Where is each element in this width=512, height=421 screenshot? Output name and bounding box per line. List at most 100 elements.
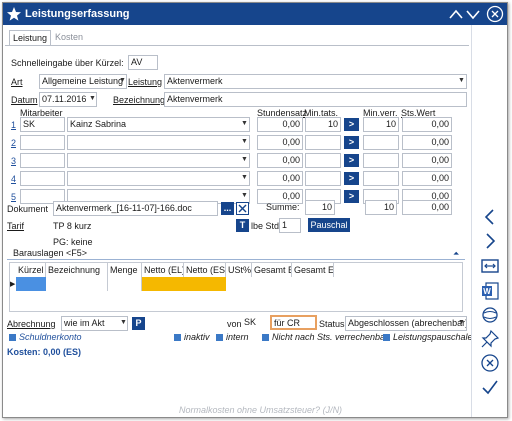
row-transfer-button[interactable]: > bbox=[344, 172, 359, 185]
grid-header-ust: USt% bbox=[228, 263, 252, 277]
row-number: 1 bbox=[11, 120, 17, 130]
row-name-select[interactable] bbox=[67, 153, 250, 168]
dokument-browse-button[interactable]: ... bbox=[221, 202, 234, 215]
schuldnerkonto-label: Schuldnerkonto bbox=[19, 332, 82, 342]
footer-hint: Normalkosten ohne Umsatzsteuer? (J/N) bbox=[179, 405, 343, 415]
row-min-tats-input[interactable]: 10 bbox=[305, 117, 341, 132]
row-number: 5 bbox=[11, 192, 17, 202]
close-icon[interactable] bbox=[486, 5, 504, 23]
chevron-left-icon[interactable] bbox=[480, 207, 500, 227]
bezeichnung-label: Bezeichnung bbox=[113, 95, 166, 105]
abrechnung-dropdown-icon[interactable]: ▼ bbox=[120, 319, 127, 326]
tarif-button[interactable]: T bbox=[236, 219, 249, 232]
row-min-verr-input[interactable] bbox=[363, 135, 399, 150]
grid-cell-netto-es[interactable] bbox=[184, 277, 226, 291]
fuer-input[interactable]: für CR bbox=[270, 315, 317, 330]
row-transfer-button[interactable]: > bbox=[344, 136, 359, 149]
bezeichnung-input[interactable]: Aktenvermerk bbox=[164, 92, 467, 107]
status-dropdown-icon[interactable]: ▼ bbox=[458, 319, 465, 326]
row-min-verr-input[interactable] bbox=[363, 153, 399, 168]
pauschal-button[interactable]: Pauschal bbox=[308, 218, 350, 232]
row-rate-input[interactable]: 0,00 bbox=[257, 135, 303, 150]
row-code-input[interactable]: SK bbox=[20, 117, 65, 132]
grid-header-gesamt-es: Gesamt ES bbox=[294, 263, 334, 277]
lbe-std-label: lbe Std. bbox=[251, 221, 282, 231]
abrechnung-button[interactable]: P bbox=[132, 317, 145, 330]
grid-cell-selected[interactable] bbox=[16, 277, 46, 291]
row-min-tats-input[interactable] bbox=[305, 135, 341, 150]
row-wert-input[interactable]: 0,00 bbox=[402, 117, 452, 132]
kosten-summary: Kosten: 0,00 (ES) bbox=[7, 347, 82, 357]
grid-header-kuerzel: Kürzel bbox=[16, 263, 46, 277]
art-label: Art bbox=[11, 77, 23, 87]
art-dropdown-icon[interactable]: ▼ bbox=[119, 77, 126, 84]
schnell-input[interactable]: AV bbox=[128, 55, 158, 70]
datum-dropdown-icon[interactable]: ▼ bbox=[89, 95, 96, 102]
screen-resize-icon[interactable] bbox=[480, 257, 500, 277]
row-code-input[interactable] bbox=[20, 153, 65, 168]
grid-cell[interactable] bbox=[108, 277, 142, 291]
leistungspauschale-checkbox[interactable] bbox=[383, 334, 390, 341]
inaktiv-label: inaktiv bbox=[184, 332, 210, 342]
row-transfer-button[interactable]: > bbox=[344, 154, 359, 167]
row-name-select[interactable] bbox=[67, 135, 250, 150]
nicht-verrechenbar-checkbox[interactable] bbox=[262, 334, 269, 341]
word-document-icon[interactable]: W bbox=[480, 281, 500, 301]
summe-min-verr: 10 bbox=[365, 200, 397, 215]
row-number: 3 bbox=[11, 156, 17, 166]
grid-cell[interactable] bbox=[46, 277, 108, 291]
pg-label: PG: keine bbox=[53, 237, 93, 247]
star-icon bbox=[7, 7, 21, 21]
chevron-up-icon[interactable] bbox=[449, 8, 463, 20]
row-wert-input[interactable]: 0,00 bbox=[402, 135, 452, 150]
row-name-dropdown-icon[interactable]: ▼ bbox=[241, 138, 248, 145]
row-min-tats-input[interactable] bbox=[305, 171, 341, 186]
status-select[interactable]: Abgeschlossen (abrechenbar) bbox=[345, 316, 467, 331]
row-name-dropdown-icon[interactable]: ▼ bbox=[241, 156, 248, 163]
row-name-select[interactable] bbox=[67, 171, 250, 186]
row-wert-input[interactable]: 0,00 bbox=[402, 153, 452, 168]
barauslagen-label: Barauslagen <F5> bbox=[13, 248, 88, 258]
row-min-verr-input[interactable] bbox=[363, 171, 399, 186]
dokument-remove-button[interactable] bbox=[236, 202, 249, 215]
row-min-verr-input[interactable]: 10 bbox=[363, 117, 399, 132]
row-name-dropdown-icon[interactable]: ▼ bbox=[241, 120, 248, 127]
schuldnerkonto-checkbox[interactable] bbox=[9, 334, 16, 341]
abrechnung-select[interactable]: wie im Akt bbox=[61, 316, 128, 331]
row-name-dropdown-icon[interactable]: ▼ bbox=[241, 174, 248, 181]
tab-leistung[interactable]: Leistung bbox=[9, 30, 52, 45]
row-transfer-button[interactable]: > bbox=[344, 190, 359, 203]
barauslagen-grid[interactable]: Kürzel Bezeichnung Menge Netto (EL) Nett… bbox=[9, 262, 463, 312]
inaktiv-checkbox[interactable] bbox=[174, 334, 181, 341]
grid-cell-netto-el[interactable] bbox=[142, 277, 184, 291]
row-code-input[interactable] bbox=[20, 135, 65, 150]
summe-label: Summe: bbox=[266, 202, 300, 212]
confirm-check-icon[interactable] bbox=[480, 377, 500, 397]
intern-checkbox[interactable] bbox=[216, 334, 223, 341]
row-rate-input[interactable]: 0,00 bbox=[257, 153, 303, 168]
von-value: SK bbox=[242, 316, 268, 331]
row-name-select[interactable]: Kainz Sabrina bbox=[67, 117, 250, 132]
row-wert-input[interactable]: 0,00 bbox=[402, 171, 452, 186]
globe-link-icon[interactable] bbox=[480, 305, 500, 325]
dokument-input[interactable]: Aktenvermerk_[16-11-07]-166.doc bbox=[53, 201, 218, 216]
collapse-icon[interactable]: ⏶ bbox=[453, 249, 459, 259]
leistung-select[interactable]: Aktenvermerk bbox=[164, 74, 467, 89]
row-name-dropdown-icon[interactable]: ▼ bbox=[241, 192, 248, 199]
row-number: 2 bbox=[11, 138, 17, 148]
row-transfer-button[interactable]: > bbox=[344, 118, 359, 131]
chevron-right-icon[interactable] bbox=[480, 231, 500, 251]
grid-header-netto-es: Netto (ES) bbox=[186, 263, 226, 277]
cancel-icon[interactable] bbox=[480, 353, 500, 373]
tab-kosten[interactable]: Kosten bbox=[52, 30, 86, 45]
art-select[interactable]: Allgemeine Leistung bbox=[39, 74, 127, 89]
row-rate-input[interactable]: 0,00 bbox=[257, 171, 303, 186]
abrechnung-label: Abrechnung bbox=[7, 319, 56, 329]
lbe-std-input[interactable]: 1 bbox=[279, 218, 301, 233]
row-code-input[interactable] bbox=[20, 171, 65, 186]
leistung-dropdown-icon[interactable]: ▼ bbox=[458, 77, 465, 84]
row-min-tats-input[interactable] bbox=[305, 153, 341, 168]
chevron-down-icon[interactable] bbox=[466, 8, 480, 20]
pin-icon[interactable] bbox=[480, 329, 500, 349]
row-rate-input[interactable]: 0,00 bbox=[257, 117, 303, 132]
